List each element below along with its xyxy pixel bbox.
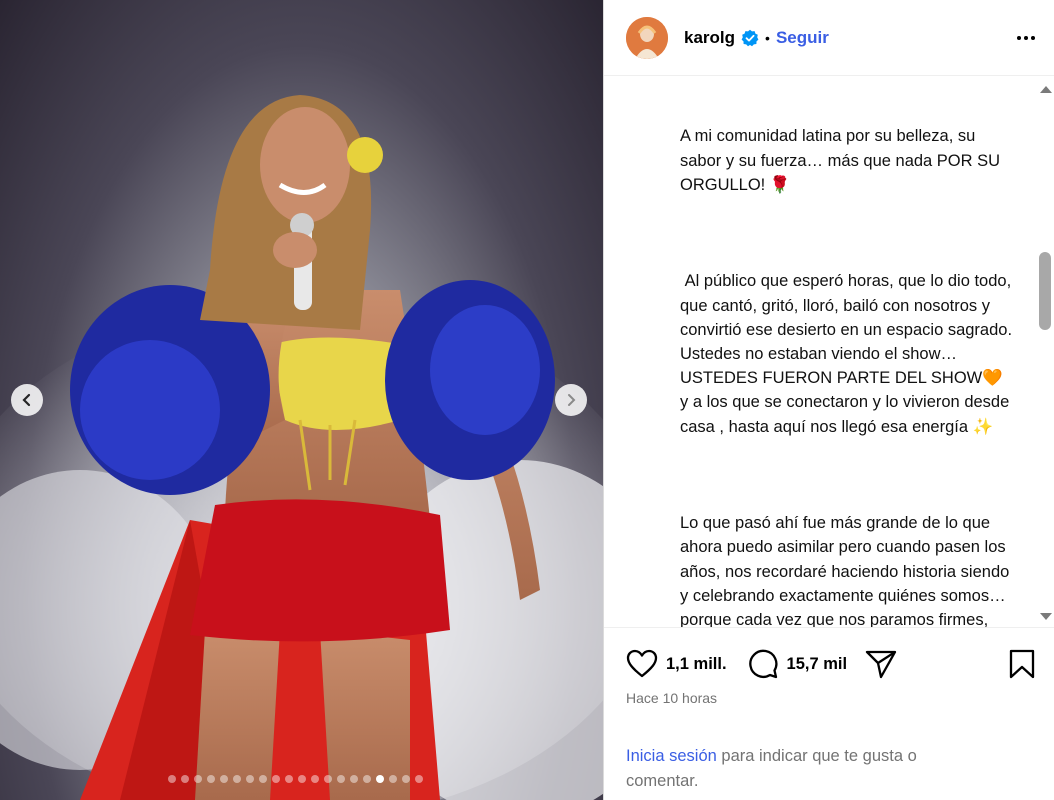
carousel-next-button[interactable] — [555, 384, 587, 416]
carousel-prev-button[interactable] — [11, 384, 43, 416]
carousel-dot — [207, 775, 215, 783]
share-button[interactable] — [865, 649, 897, 679]
carousel-dot — [272, 775, 280, 783]
avatar[interactable] — [626, 16, 668, 59]
post-side-panel: karolg • Seguir A mi comunidad latina po… — [603, 0, 1054, 800]
comment-count[interactable]: 15,7 mil — [787, 655, 848, 674]
share-icon — [865, 650, 897, 679]
carousel-dot — [389, 775, 397, 783]
username-link[interactable]: karolg — [684, 28, 735, 48]
caption-paragraph: Al público que esperó horas, que lo dio … — [680, 272, 1017, 436]
bookmark-icon — [1009, 649, 1035, 679]
carousel-dot — [298, 775, 306, 783]
save-button[interactable] — [1008, 649, 1036, 679]
post-photo — [0, 95, 603, 800]
chevron-right-icon — [568, 394, 576, 406]
heart-icon — [626, 649, 658, 678]
carousel-dot — [337, 775, 345, 783]
post-timestamp[interactable]: Hace 10 horas — [626, 690, 717, 706]
caption-area[interactable]: A mi comunidad latina por su belleza, su… — [604, 77, 1054, 627]
carousel-dot — [233, 775, 241, 783]
comment-icon — [748, 649, 777, 679]
divider — [604, 627, 1054, 628]
caption-paragraph: A mi comunidad latina por su belleza, su… — [680, 127, 1005, 194]
post-caption: A mi comunidad latina por su belleza, su… — [680, 77, 1020, 627]
carousel-indicator — [168, 775, 423, 783]
carousel-dot — [350, 775, 358, 783]
carousel-dot — [168, 775, 176, 783]
scroll-thumb[interactable] — [1039, 252, 1051, 330]
carousel-dot — [220, 775, 228, 783]
post-media[interactable] — [0, 0, 603, 800]
follow-button[interactable]: Seguir — [776, 28, 829, 48]
separator-dot: • — [765, 29, 770, 46]
login-prompt: Inicia sesión para indicar que te gusta … — [626, 744, 986, 793]
carousel-dot — [376, 775, 384, 783]
caption-paragraph: Lo que pasó ahí fue más grande de lo que… — [680, 514, 1010, 627]
like-button[interactable]: 1,1 mill. — [626, 649, 727, 679]
carousel-dot — [363, 775, 371, 783]
caption-scrollbar[interactable] — [1036, 80, 1054, 626]
carousel-dot — [324, 775, 332, 783]
carousel-dot — [415, 775, 423, 783]
scroll-down-arrow[interactable] — [1040, 613, 1052, 620]
scroll-up-arrow[interactable] — [1040, 86, 1052, 93]
carousel-dot — [311, 775, 319, 783]
action-bar: 1,1 mill. 15,7 mil — [626, 645, 1036, 683]
post-header: karolg • Seguir — [604, 0, 1054, 76]
carousel-dot — [285, 775, 293, 783]
avatar-image — [626, 16, 668, 59]
carousel-dot — [181, 775, 189, 783]
carousel-dot — [402, 775, 410, 783]
carousel-dot — [246, 775, 254, 783]
verified-icon — [741, 29, 759, 47]
chevron-left-icon — [22, 393, 31, 407]
more-icon — [1017, 35, 1035, 40]
more-options-button[interactable] — [1014, 26, 1038, 50]
like-count[interactable]: 1,1 mill. — [666, 655, 727, 674]
carousel-dot — [259, 775, 267, 783]
comment-button[interactable]: 15,7 mil — [747, 648, 848, 680]
login-link[interactable]: Inicia sesión — [626, 747, 717, 765]
carousel-dot — [194, 775, 202, 783]
